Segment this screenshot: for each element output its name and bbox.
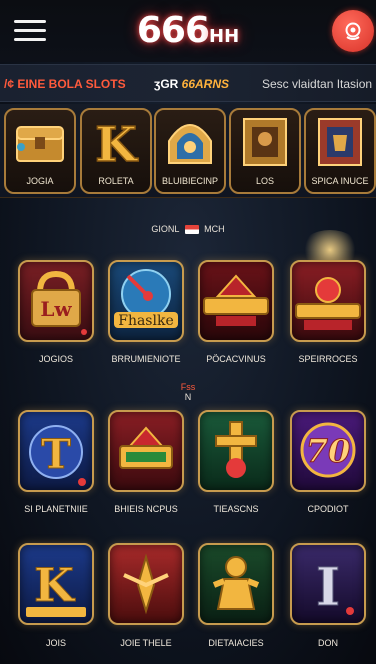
ticker-item-2-prefix: ʒGR [154,77,179,91]
section-label-bottom: N [184,392,192,402]
logo-suffix: HH [209,26,240,47]
game-label: JOIE THELE [120,638,172,648]
game-art: 70 [300,422,356,478]
game-art-text: Fhaslke [118,313,174,329]
game-tile-speirroces[interactable] [290,260,366,342]
game-tile-brrumieniote[interactable]: Fhaslke [108,260,184,342]
category-los[interactable]: LOS [229,108,301,194]
svg-text:K: K [95,117,139,169]
framed-portrait-icon [235,114,295,170]
category-label: BLUIBIECINP [161,176,219,186]
king-letter-icon: K [86,114,146,170]
game-tile-pocacvinus[interactable] [198,260,274,342]
game-art-text: T [41,431,71,478]
game-art: Fhaslke [114,269,178,329]
game-label: JOIS [45,638,66,648]
category-spica-inuce[interactable]: SPICA INUCE [304,108,376,194]
section-label-2: Fss N [0,382,376,402]
game-tile-bhieis-ncpus[interactable] [108,410,184,492]
app-header: 666HH [0,0,376,62]
user-icon [345,22,361,40]
brand-logo[interactable]: 666HH [0,10,376,51]
game-label: PÖCACVINUS [206,354,266,364]
category-label: SPICA INUCE [311,176,369,186]
game-label: DIETAIACIES [208,638,264,648]
game-tile-si-planetniie[interactable]: T [18,410,94,492]
treasure-chest-icon [10,114,70,170]
game-label: BRRUMIENIOTE [111,354,181,364]
game-art: I [315,557,354,619]
section-label-left: GIONL [151,224,180,234]
game-art [215,421,257,478]
game-art [295,277,361,330]
category-strip: JOGIA K ROLETA BLUIBIECINP LOS SPICA INU… [0,104,376,198]
game-label: SPEIRROCES [298,354,358,364]
game-label: CPODIOT [307,504,349,514]
game-art [203,274,269,326]
user-profile-button[interactable] [332,10,374,52]
game-tile-joie-thele[interactable] [108,543,184,625]
game-label: DON [318,638,338,648]
game-art-text: 70 [306,432,351,470]
game-tile-jogios[interactable]: Lw [18,260,94,342]
category-bluibiecinp[interactable]: BLUIBIECINP [154,108,226,194]
game-tile-dietaiacies[interactable] [198,543,274,625]
ticker-item-3: Sesc vlaidtan Itasion [262,77,373,91]
category-label: JOGIA [26,176,54,186]
game-art-text: K [34,558,76,612]
flag-icon [184,225,199,235]
category-label: LOS [255,176,274,186]
game-tile-jois[interactable]: K [18,543,94,625]
game-art [119,426,173,469]
section-label-top: Fss [180,382,196,392]
game-art: T [29,425,86,486]
ticker-item-1: /¢ EINE BOLA SLOTS [4,77,126,91]
ticker-item-2-highlight: 66ARNS [181,77,230,91]
game-art-text: Lw [40,297,72,321]
game-label: TIEASCNS [213,504,259,514]
game-tile-tieascns[interactable] [198,410,274,492]
framed-crest-icon [310,114,370,170]
game-art [212,556,260,610]
game-label: SI PLANETNIIE [24,504,88,514]
category-label: ROLETA [98,176,134,186]
game-tile-don[interactable]: I [290,543,366,625]
game-tile-cpodiot[interactable]: 70 [290,410,366,492]
section-label-right: MCH [204,224,225,234]
game-art [123,553,169,615]
game-art-text: I [316,557,340,618]
logo-number: 666 [136,10,210,51]
game-art: K [26,558,86,617]
game-label: BHIEIS NCPUS [114,504,178,514]
ticker-item-2: ʒGR 66ARNS [154,77,229,91]
game-label: JOGIOS [38,354,73,364]
category-jogia[interactable]: JOGIA [4,108,76,194]
promo-ticker[interactable]: /¢ EINE BOLA SLOTS ʒGR 66ARNS Sesc vlaid… [0,64,376,102]
arch-emblem-icon [160,114,220,170]
game-art: Lw [31,270,87,335]
category-roleta[interactable]: K ROLETA [80,108,152,194]
